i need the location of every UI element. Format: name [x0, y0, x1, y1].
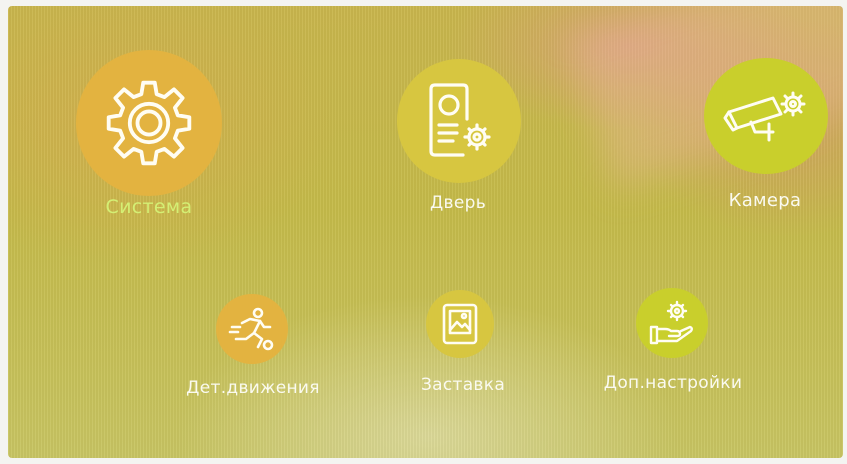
screensaver-icon-circle	[426, 290, 494, 358]
camera-icon	[721, 84, 811, 148]
intercom-screen: Система Дверь Камера Дет.движения Застав…	[8, 6, 843, 458]
advanced-settings-icon-circle	[636, 288, 708, 358]
menu-item-label: Доп.настройки	[603, 373, 743, 393]
motion-icon-circle	[216, 294, 288, 364]
picture-frame-icon	[440, 302, 480, 346]
gear-icon	[101, 75, 197, 171]
door-icon-circle	[397, 59, 521, 183]
menu-item-label: Система	[105, 196, 193, 218]
menu-item-label: Камера	[728, 190, 802, 211]
camera-icon-circle	[704, 58, 828, 174]
door-panel-icon	[423, 81, 495, 161]
system-icon-circle	[76, 50, 222, 196]
menu-item-label: Дет.движения	[186, 378, 320, 398]
hand-gear-icon	[647, 299, 697, 347]
device-bezel: Система Дверь Камера Дет.движения Застав…	[0, 0, 847, 464]
menu-item-label: Заставка	[420, 375, 506, 395]
menu-item-label: Дверь	[429, 193, 487, 213]
running-person-icon	[228, 305, 276, 353]
